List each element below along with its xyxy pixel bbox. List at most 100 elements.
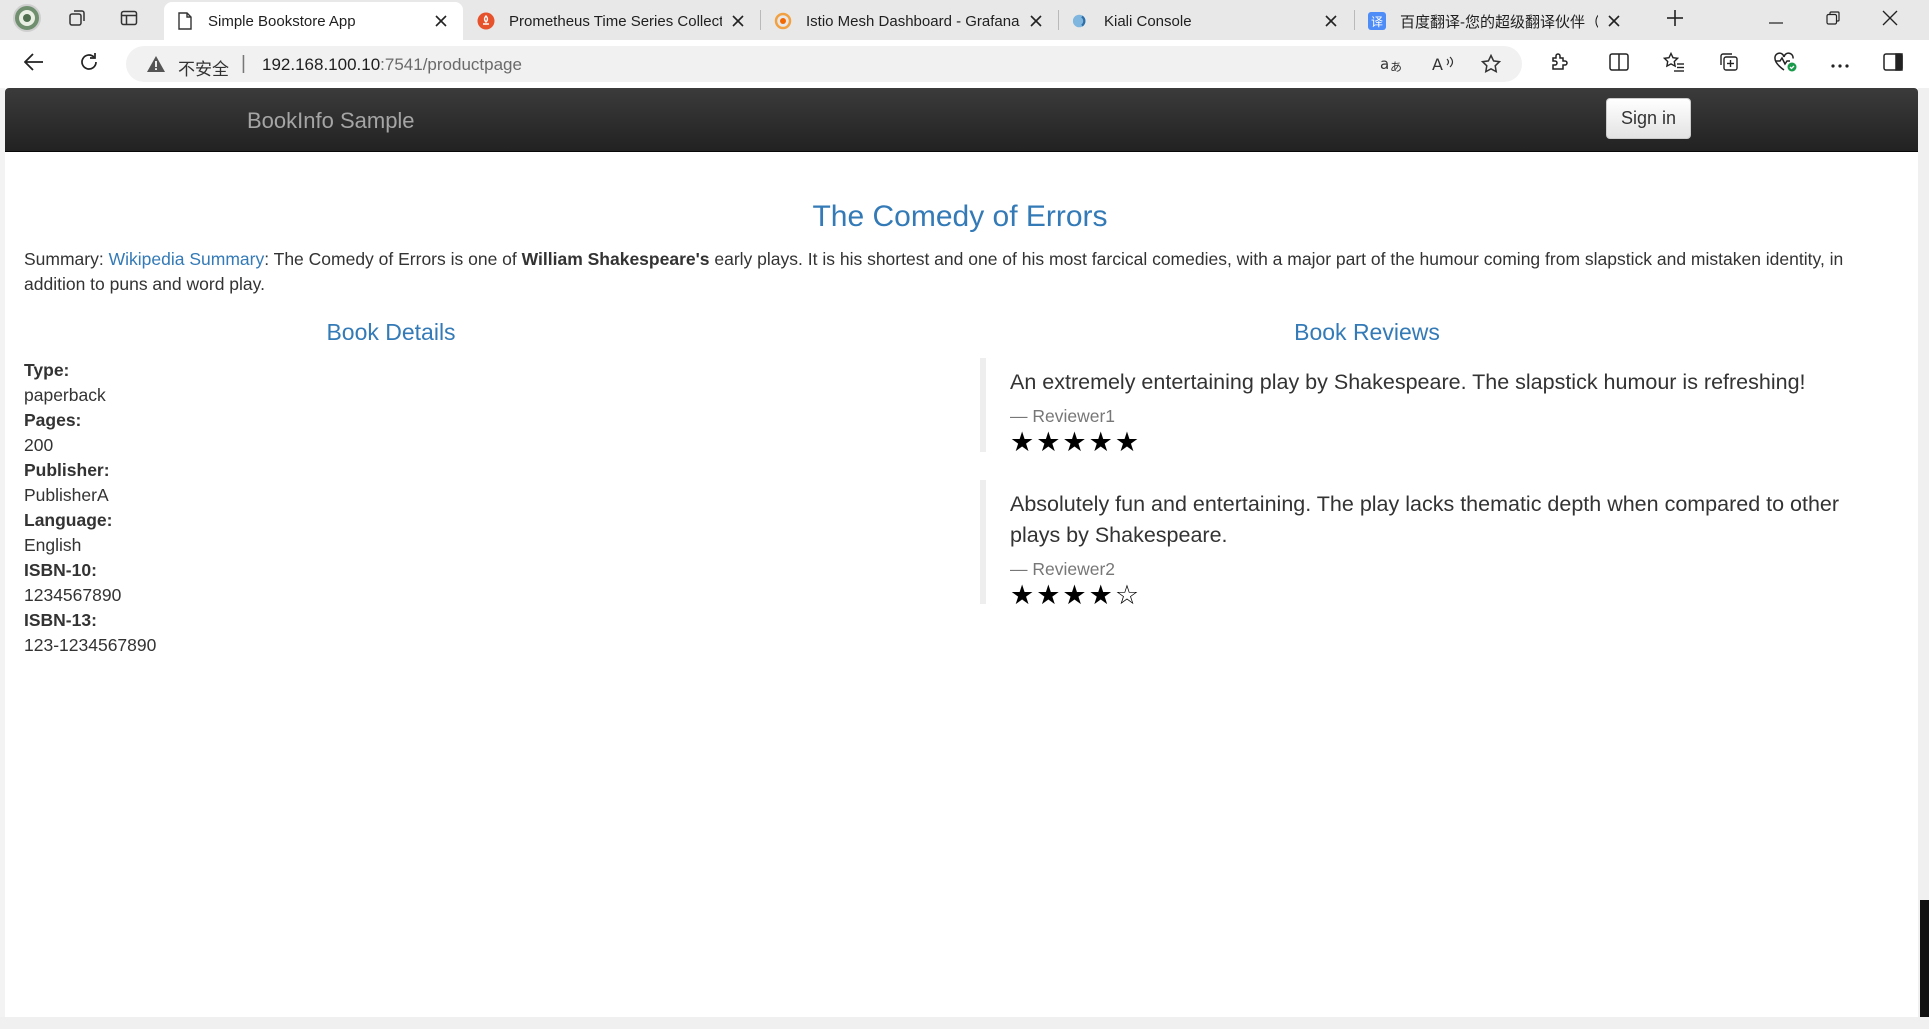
scrollbar-thumb[interactable] (1920, 900, 1929, 1017)
vertical-tabs-button[interactable] (112, 4, 146, 36)
heart-pulse-icon (1773, 51, 1797, 77)
wikipedia-summary-link[interactable]: Wikipedia Summary (109, 249, 265, 269)
minimize-button[interactable] (1748, 0, 1804, 40)
tab-prometheus[interactable]: Prometheus Time Series Collecti (465, 2, 760, 40)
review-item: Absolutely fun and entertaining. The pla… (980, 480, 1880, 610)
tab-title: Prometheus Time Series Collecti (509, 12, 722, 30)
tab-strip: Simple Bookstore App Prometheus Time Ser… (0, 0, 1929, 40)
close-tab-icon[interactable] (431, 11, 451, 31)
extensions-button[interactable] (1542, 48, 1576, 80)
collections-icon (1719, 52, 1739, 77)
tab-simple-bookstore-app[interactable]: Simple Bookstore App (164, 2, 463, 40)
review-text: Absolutely fun and entertaining. The pla… (1010, 492, 1840, 547)
tab-grafana[interactable]: Istio Mesh Dashboard - Grafana (762, 2, 1058, 40)
split-screen-icon (1609, 52, 1629, 76)
kiali-icon (1072, 12, 1090, 30)
detail-label-isbn13: ISBN-13: (24, 610, 97, 630)
tab-title: Simple Bookstore App (208, 12, 356, 30)
svg-text:あ: あ (1390, 60, 1402, 74)
page-content: BookInfo Sample Sign in The Comedy of Er… (5, 88, 1918, 1017)
read-aloud-icon[interactable]: A (1430, 52, 1456, 76)
svg-text:译: 译 (1371, 15, 1383, 29)
tab-actions-icon (119, 8, 139, 33)
detail-value-isbn13: 123-1234567890 (24, 635, 157, 655)
close-window-button[interactable] (1862, 0, 1918, 40)
book-summary: Summary: Wikipedia Summary: The Comedy o… (24, 247, 1894, 297)
close-tab-icon[interactable] (1321, 11, 1341, 31)
split-screen-button[interactable] (1602, 48, 1636, 80)
extensions-puzzle-icon (1549, 52, 1569, 77)
back-button[interactable] (17, 48, 51, 80)
close-tab-icon[interactable] (1026, 11, 1046, 31)
status-strip (0, 1017, 1918, 1029)
summary-mid: : The Comedy of Errors is one of (264, 249, 522, 269)
app-navbar: BookInfo Sample Sign in (5, 88, 1918, 152)
favorite-star-icon[interactable] (1478, 52, 1504, 76)
url-text[interactable]: 192.168.100.10:7541/productpage (262, 55, 522, 75)
book-details-heading: Book Details (326, 319, 456, 345)
translate-icon[interactable]: aあ (1379, 52, 1405, 76)
review-item: An extremely entertaining play by Shakes… (980, 358, 1880, 457)
detail-label-language: Language: (24, 510, 113, 530)
tab-kiali[interactable]: Kiali Console (1060, 2, 1353, 40)
security-label[interactable]: 不安全 (178, 55, 229, 80)
workspaces-icon (67, 8, 87, 33)
url-host: 192.168.100.10 (262, 55, 381, 74)
address-divider: | (241, 53, 246, 74)
detail-label-pages: Pages: (24, 410, 82, 430)
favorites-button[interactable] (1657, 48, 1691, 80)
refresh-button[interactable] (72, 48, 106, 80)
review-author: — Reviewer1 (1010, 406, 1116, 426)
sign-in-button[interactable]: Sign in (1606, 98, 1691, 139)
more-dots-icon (1831, 55, 1849, 73)
restore-button[interactable] (1805, 0, 1861, 40)
sidebar-toggle-button[interactable] (1876, 48, 1910, 80)
brand-link[interactable]: BookInfo Sample (247, 108, 415, 134)
address-bar[interactable]: 不安全 | 192.168.100.10:7541/productpage aあ… (126, 46, 1522, 82)
tab-separator (1058, 10, 1059, 30)
svg-text:a: a (1380, 55, 1389, 73)
browser-toolbar: 不安全 | 192.168.100.10:7541/productpage aあ… (0, 40, 1929, 88)
tab-title: 百度翻译-您的超级翻译伙伴（文 (1400, 13, 1598, 31)
browser-essentials-button[interactable] (1768, 48, 1802, 80)
close-tab-icon[interactable] (1604, 11, 1624, 31)
close-icon (1882, 10, 1898, 31)
summary-author: William Shakespeare's (521, 249, 710, 269)
minimize-icon (1769, 11, 1783, 29)
profile-avatar-icon (13, 3, 41, 37)
tab-title: Kiali Console (1104, 12, 1192, 30)
close-tab-icon[interactable] (728, 11, 748, 31)
star-rating: ★★★★★ (1010, 427, 1142, 457)
back-arrow-icon (23, 52, 44, 76)
favorites-icon (1662, 51, 1685, 77)
plus-icon (1666, 9, 1684, 32)
collections-button[interactable] (1712, 48, 1746, 80)
tab-separator (760, 10, 761, 30)
new-tab-button[interactable] (1658, 4, 1692, 36)
detail-value-type: paperback (24, 385, 106, 405)
review-author: — Reviewer2 (1010, 559, 1116, 579)
tab-baidu-translate[interactable]: 译 百度翻译-您的超级翻译伙伴（文 (1356, 2, 1636, 40)
workspaces-button[interactable] (60, 4, 94, 36)
detail-value-isbn10: 1234567890 (24, 585, 122, 605)
detail-label-type: Type: (24, 360, 70, 380)
book-details-list: Type: paperback Pages: 200 Publisher: Pu… (24, 358, 156, 658)
page-scrollbar[interactable] (1918, 88, 1929, 1029)
detail-value-publisher: PublisherA (24, 485, 109, 505)
grafana-icon (774, 12, 792, 30)
review-text: An extremely entertaining play by Shakes… (1010, 370, 1806, 394)
refresh-icon (79, 52, 99, 77)
profile-button[interactable] (10, 3, 44, 37)
book-title: The Comedy of Errors (812, 200, 1108, 233)
svg-text:A: A (1432, 55, 1443, 73)
baidu-translate-icon: 译 (1368, 12, 1386, 30)
sidebar-icon (1883, 52, 1903, 76)
summary-prefix: Summary: (24, 249, 109, 269)
star-rating: ★★★★☆ (1010, 580, 1142, 610)
detail-label-publisher: Publisher: (24, 460, 110, 480)
detail-label-isbn10: ISBN-10: (24, 560, 97, 580)
detail-value-pages: 200 (24, 435, 54, 455)
settings-menu-button[interactable] (1823, 48, 1857, 80)
warning-icon[interactable] (146, 55, 166, 78)
url-path: :7541/productpage (380, 55, 522, 74)
